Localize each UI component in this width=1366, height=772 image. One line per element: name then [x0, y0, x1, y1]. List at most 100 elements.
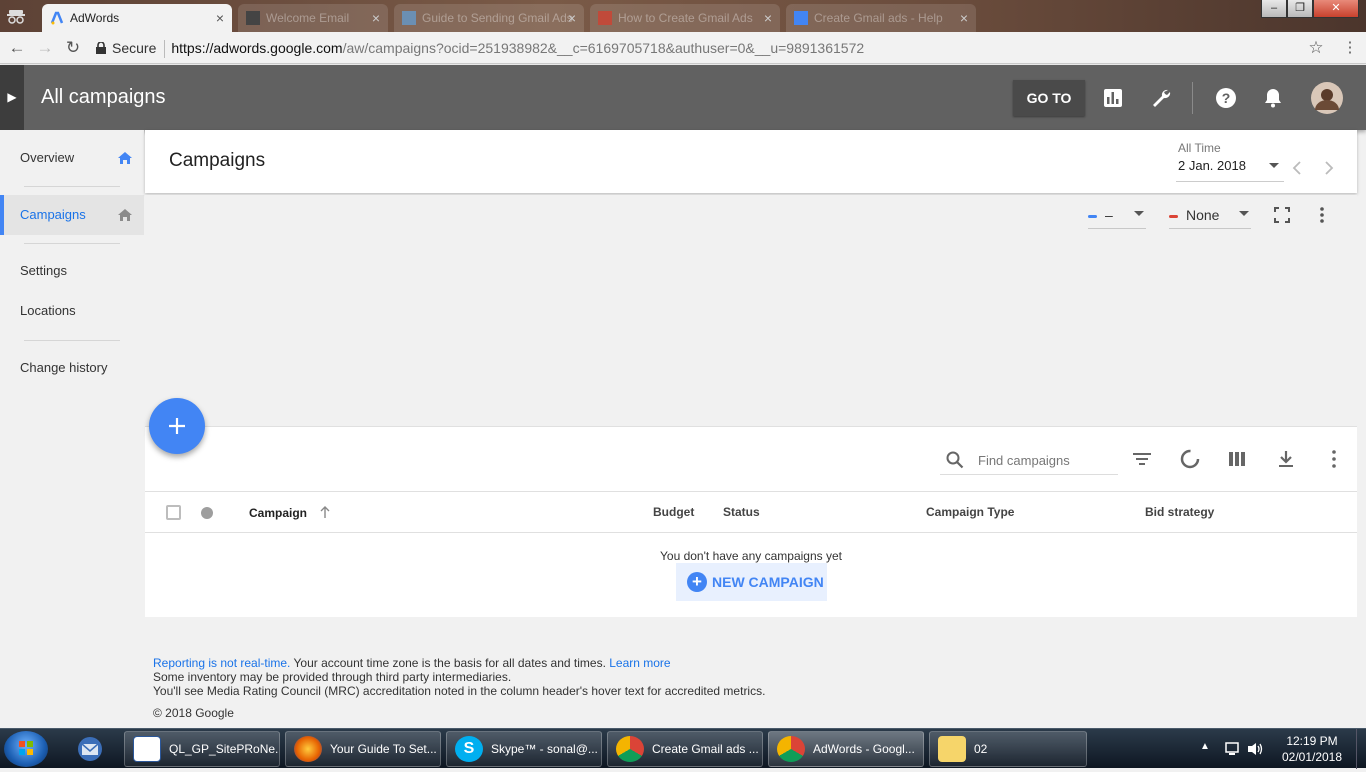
expand-sidebar-icon[interactable]: ▶ — [0, 65, 24, 130]
segment-icon[interactable] — [1176, 445, 1204, 473]
bookmark-star-icon[interactable]: ☆ — [1304, 32, 1328, 64]
tab-label: How to Create Gmail Ads — [618, 11, 753, 25]
filter-icon[interactable] — [1128, 445, 1156, 473]
metric2-value: None — [1186, 207, 1220, 223]
windows-taskbar: QL_GP_SitePRoNe... Your Guide To Set... … — [0, 728, 1366, 769]
column-header-campaign[interactable]: Campaign — [249, 505, 331, 520]
close-tab-icon[interactable]: × — [764, 4, 772, 32]
close-tab-icon[interactable]: × — [568, 4, 576, 32]
date-range-underline — [1176, 181, 1284, 182]
sidebar-item-locations[interactable]: Locations — [0, 291, 144, 331]
chrome-icon — [616, 736, 644, 762]
thunderbird-icon[interactable] — [72, 733, 108, 765]
taskbar-button-chrome-adwords[interactable]: AdWords - Googl... — [768, 731, 924, 767]
show-desktop-button[interactable] — [1356, 729, 1366, 769]
show-hidden-icons-icon[interactable]: ▲ — [1200, 741, 1210, 752]
taskbar-button-skype[interactable]: S Skype™ - sonal@... — [446, 731, 602, 767]
more-vert-icon[interactable] — [1320, 445, 1348, 473]
column-header-budget[interactable]: Budget — [653, 505, 694, 519]
volume-icon[interactable] — [1246, 741, 1264, 757]
tab-favicon-icon — [598, 11, 612, 25]
sidebar-item-overview[interactable]: Overview — [0, 138, 144, 178]
taskbar-button-firefox[interactable]: Your Guide To Set... — [285, 731, 441, 767]
footer-line-1: Reporting is not real-time. Your account… — [153, 656, 765, 670]
close-tab-icon[interactable]: × — [216, 4, 224, 32]
chevron-down-icon[interactable] — [1268, 162, 1280, 170]
tab-guide[interactable]: Guide to Sending Gmail Ads × — [394, 4, 584, 32]
select-all-checkbox[interactable] — [166, 505, 181, 520]
metric-selector-1[interactable]: – — [1088, 205, 1146, 229]
search-input[interactable] — [978, 449, 1116, 471]
column-header-campaign-type[interactable]: Campaign Type — [926, 505, 1014, 519]
taskbar-button-chrome-gmail-ads[interactable]: Create Gmail ads ... — [607, 731, 763, 767]
next-period-icon[interactable] — [1323, 160, 1335, 176]
svg-text:?: ? — [1222, 90, 1231, 106]
add-campaign-fab[interactable] — [149, 398, 205, 454]
firefox-icon — [294, 736, 322, 762]
column-header-status[interactable]: Status — [723, 505, 760, 519]
tab-adwords[interactable]: AdWords × — [42, 4, 232, 32]
reload-icon[interactable]: ↻ — [61, 32, 85, 64]
tab-create-gmail-ads[interactable]: How to Create Gmail Ads × — [590, 4, 780, 32]
incognito-icon — [6, 8, 26, 24]
new-campaign-label: NEW CAMPAIGN — [712, 574, 824, 590]
page-footer: Reporting is not real-time. Your account… — [153, 656, 765, 720]
copyright: © 2018 Google — [153, 706, 234, 720]
new-campaign-button[interactable]: + NEW CAMPAIGN — [676, 563, 827, 601]
sidebar-item-campaigns[interactable]: Campaigns — [0, 195, 144, 235]
address-bar[interactable]: Secure https://adwords.google.com/aw/camp… — [96, 36, 1334, 60]
avatar[interactable] — [1309, 80, 1345, 116]
download-icon[interactable] — [1272, 445, 1300, 473]
learn-more-link[interactable]: Learn more — [609, 656, 670, 670]
home-icon — [118, 209, 132, 221]
sidebar-item-change-history[interactable]: Change history — [0, 348, 144, 388]
back-arrow-icon[interactable]: ← — [5, 32, 29, 64]
status-dot-icon — [201, 507, 213, 519]
chrome-icon — [777, 736, 805, 762]
tools-wrench-icon[interactable] — [1143, 80, 1179, 116]
close-tab-icon[interactable]: × — [372, 4, 380, 32]
browser-menu-icon[interactable]: ⋮ — [1338, 32, 1362, 64]
columns-icon[interactable] — [1224, 445, 1252, 473]
tab-welcome-email[interactable]: Welcome Email × — [238, 4, 388, 32]
maximize-window-button[interactable]: ❐ — [1287, 0, 1313, 18]
plus-icon — [169, 418, 185, 434]
sidebar-divider — [24, 340, 120, 341]
search-box[interactable] — [940, 445, 1118, 475]
notifications-bell-icon[interactable] — [1255, 80, 1291, 116]
more-vert-icon[interactable] — [1318, 206, 1326, 224]
goto-button[interactable]: GO TO — [1013, 80, 1085, 116]
url-path: /aw/campaigns?ocid=251938982&__c=6169705… — [342, 40, 865, 56]
metric-selector-2[interactable]: None — [1169, 205, 1251, 229]
metric2-color-swatch — [1169, 214, 1178, 218]
network-icon[interactable] — [1224, 741, 1240, 757]
start-button[interactable] — [4, 731, 48, 767]
fullscreen-icon[interactable] — [1274, 207, 1290, 223]
reports-icon[interactable] — [1095, 80, 1131, 116]
sidebar-item-label: Settings — [20, 263, 67, 278]
column-header-bid-strategy[interactable]: Bid strategy — [1145, 505, 1214, 519]
taskbar-button-word[interactable]: QL_GP_SitePRoNe... — [124, 731, 280, 767]
sidebar-item-label: Locations — [20, 303, 76, 318]
sidebar-item-settings[interactable]: Settings — [0, 251, 144, 291]
system-clock[interactable]: 12:19 PM 02/01/2018 — [1270, 733, 1354, 765]
previous-period-icon[interactable] — [1291, 160, 1303, 176]
sidebar-item-label: Change history — [20, 360, 108, 375]
taskbar-button-folder[interactable]: 02 — [929, 731, 1087, 767]
reporting-link[interactable]: Reporting is not real-time. — [153, 656, 290, 670]
tab-favicon-icon — [246, 11, 260, 25]
browser-toolbar: ← → ↻ Secure https://adwords.google.com/a… — [0, 32, 1366, 64]
tab-favicon-icon — [402, 11, 416, 25]
adwords-logo-icon — [50, 11, 64, 25]
help-icon[interactable]: ? — [1208, 80, 1244, 116]
appbar-divider — [1192, 82, 1193, 114]
metric1-color-swatch — [1088, 214, 1097, 218]
minimize-window-button[interactable]: – — [1261, 0, 1287, 18]
sidebar-item-label: Campaigns — [20, 207, 86, 222]
date-range-value: 2 Jan. 2018 — [1178, 158, 1246, 173]
tab-help[interactable]: Create Gmail ads - Help × — [786, 4, 976, 32]
close-window-button[interactable]: ✕ — [1313, 0, 1359, 18]
close-tab-icon[interactable]: × — [960, 4, 968, 32]
forward-arrow-icon[interactable]: → — [33, 32, 57, 64]
word-doc-icon — [133, 736, 161, 762]
